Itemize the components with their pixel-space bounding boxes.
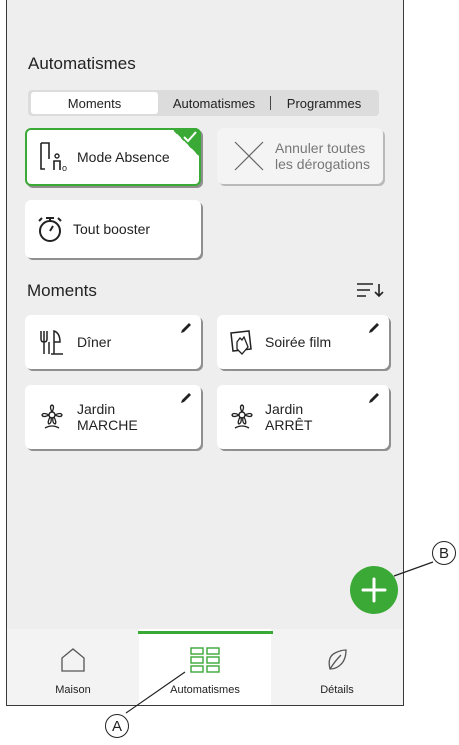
flower-icon: [41, 404, 63, 429]
cancel-overrides-label: Annuler toutes les dérogations: [275, 140, 370, 172]
boost-all-tile[interactable]: Tout booster: [25, 200, 201, 258]
moment-tile-soiree-film[interactable]: Soirée film: [217, 315, 389, 369]
segmented-tabs: Moments Automatismes Programmes: [28, 90, 379, 116]
callout-b: B: [432, 541, 456, 565]
sort-icon[interactable]: [356, 282, 386, 298]
nav-label: Maison: [55, 684, 91, 696]
nav-tab-automatismes[interactable]: Automatismes: [139, 629, 271, 705]
moment-label: Jardin MARCHE: [77, 401, 138, 433]
tab-moments[interactable]: Moments: [31, 92, 158, 114]
bottom-navigation: Maison Automatismes Détails: [7, 629, 403, 705]
edit-pencil-icon[interactable]: [179, 321, 193, 335]
nav-label: Détails: [320, 684, 354, 696]
nav-tab-maison[interactable]: Maison: [7, 629, 139, 705]
active-tab-indicator: [138, 631, 273, 634]
grid-icon: [190, 647, 220, 673]
house-icon: [61, 648, 85, 672]
boost-all-label: Tout booster: [73, 221, 151, 237]
callout-a: A: [105, 714, 129, 738]
fork-knife-icon: [40, 329, 63, 355]
tab-programmes[interactable]: Programmes: [271, 92, 377, 114]
nav-label: Automatismes: [170, 684, 240, 696]
moment-label: Soirée film: [265, 334, 332, 350]
svg-text:o: o: [62, 163, 67, 173]
add-button[interactable]: [350, 566, 398, 614]
flower-icon: [231, 404, 253, 429]
moment-tile-jardin-marche[interactable]: Jardin MARCHE: [25, 385, 201, 449]
timer-icon: [38, 217, 62, 242]
moment-tile-jardin-arret[interactable]: Jardin ARRÊT: [217, 385, 389, 449]
page-title: Automatismes: [28, 54, 136, 73]
moment-label: Dîner: [77, 334, 112, 350]
edit-pencil-icon[interactable]: [367, 391, 381, 405]
absence-door-icon: o: [40, 142, 67, 173]
tab-automatismes[interactable]: Automatismes: [158, 92, 270, 114]
app-screen: Automatismes Moments Automatismes Progra…: [6, 0, 404, 706]
edit-pencil-icon[interactable]: [367, 321, 381, 335]
close-icon: [234, 141, 264, 171]
nav-tab-details[interactable]: Détails: [271, 629, 403, 705]
cancel-overrides-tile[interactable]: Annuler toutes les dérogations: [217, 128, 383, 184]
moment-label: Jardin ARRÊT: [265, 401, 313, 433]
moment-tile-diner[interactable]: Dîner: [25, 315, 201, 369]
mode-absence-tile[interactable]: o Mode Absence: [25, 128, 201, 186]
tv-hand-icon: [230, 330, 252, 355]
moments-section-title: Moments: [27, 281, 97, 300]
mode-absence-label: Mode Absence: [77, 149, 170, 165]
check-icon: [183, 131, 197, 143]
edit-pencil-icon[interactable]: [179, 391, 193, 405]
leaf-icon: [328, 649, 347, 670]
selected-check-badge: [171, 128, 201, 158]
plus-icon: [361, 577, 387, 603]
